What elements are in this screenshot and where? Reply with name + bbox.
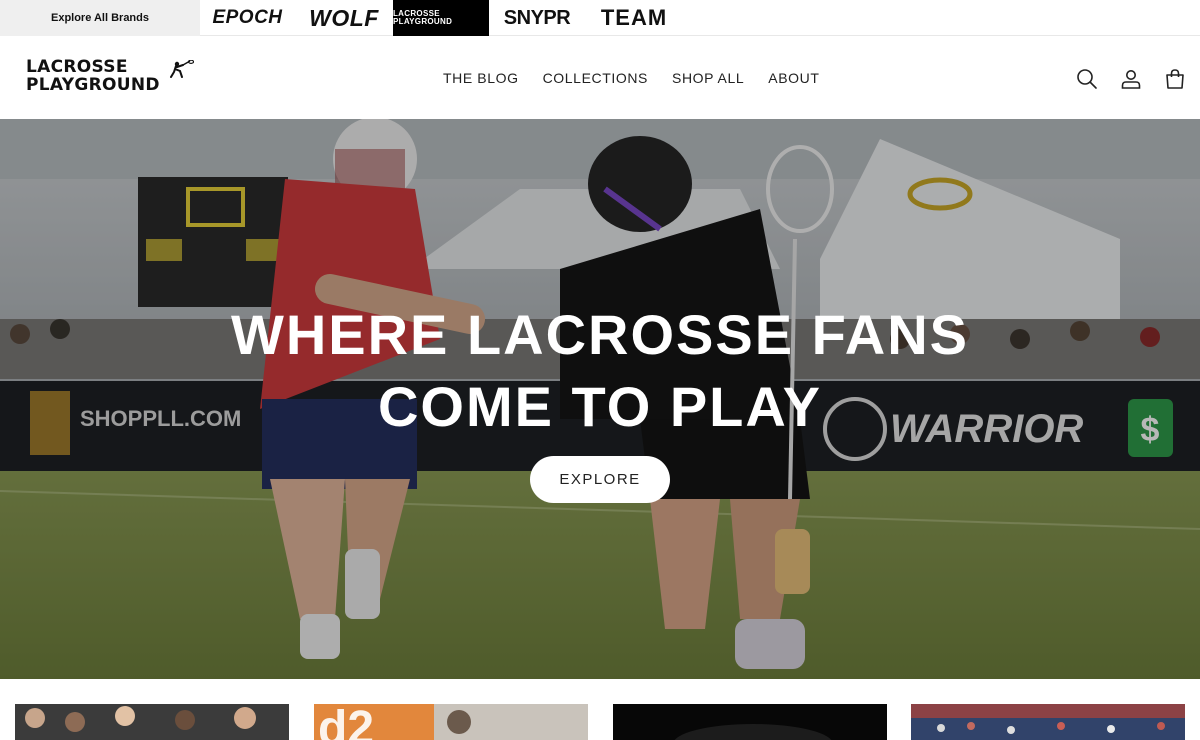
hero-title-line2: COME TO PLAY (377, 375, 823, 438)
account-icon[interactable] (1119, 67, 1143, 91)
nav-the-blog[interactable]: THE BLOG (443, 70, 519, 86)
logo-line2: PLAYGROUND (26, 75, 160, 95)
brand-link-wolf[interactable]: WOLF (305, 0, 383, 36)
brand-bar: Explore All Brands EPOCH WOLF LACROSSE P… (0, 0, 1200, 36)
nav-collections[interactable]: COLLECTIONS (543, 70, 648, 86)
search-icon[interactable] (1075, 67, 1099, 91)
cart-icon[interactable] (1163, 67, 1187, 91)
brand-lp-label: LACROSSE PLAYGROUND (393, 9, 453, 26)
hero-title: WHERE LACROSSE FANS COME TO PLAY (0, 299, 1200, 443)
hero-title-line1: WHERE LACROSSE FANS (230, 303, 970, 366)
nav-shop-all[interactable]: SHOP ALL (672, 70, 744, 86)
collection-card[interactable] (613, 704, 887, 740)
collection-card[interactable]: d2 (314, 704, 588, 740)
brand-link-epoch[interactable]: EPOCH (205, 0, 290, 36)
lacrosse-player-icon (170, 60, 194, 78)
site-logo[interactable]: LACROSSE PLAYGROUND (26, 59, 196, 99)
nav-about[interactable]: ABOUT (768, 70, 819, 86)
explore-all-brands-link[interactable]: Explore All Brands (0, 0, 200, 36)
hero-banner: SHOPPLL.COM WARRIOR $ WHERE LACROSSE FAN… (0, 119, 1200, 679)
main-nav: THE BLOG COLLECTIONS SHOP ALL ABOUT (443, 70, 820, 86)
explore-button[interactable]: EXPLORE (530, 456, 670, 503)
brand-link-team[interactable]: TEAM (594, 0, 674, 36)
collection-card[interactable] (15, 704, 289, 740)
brand-link-snypr[interactable]: SNYPR (498, 0, 576, 36)
collection-cards: d2 (0, 704, 1200, 740)
site-header: LACROSSE PLAYGROUND THE BLOG COLLECTIONS… (0, 37, 1200, 119)
collection-card[interactable] (911, 704, 1185, 740)
brand-link-lacrosse-playground[interactable]: LACROSSE PLAYGROUND (393, 0, 489, 36)
svg-text:d2: d2 (318, 704, 374, 740)
